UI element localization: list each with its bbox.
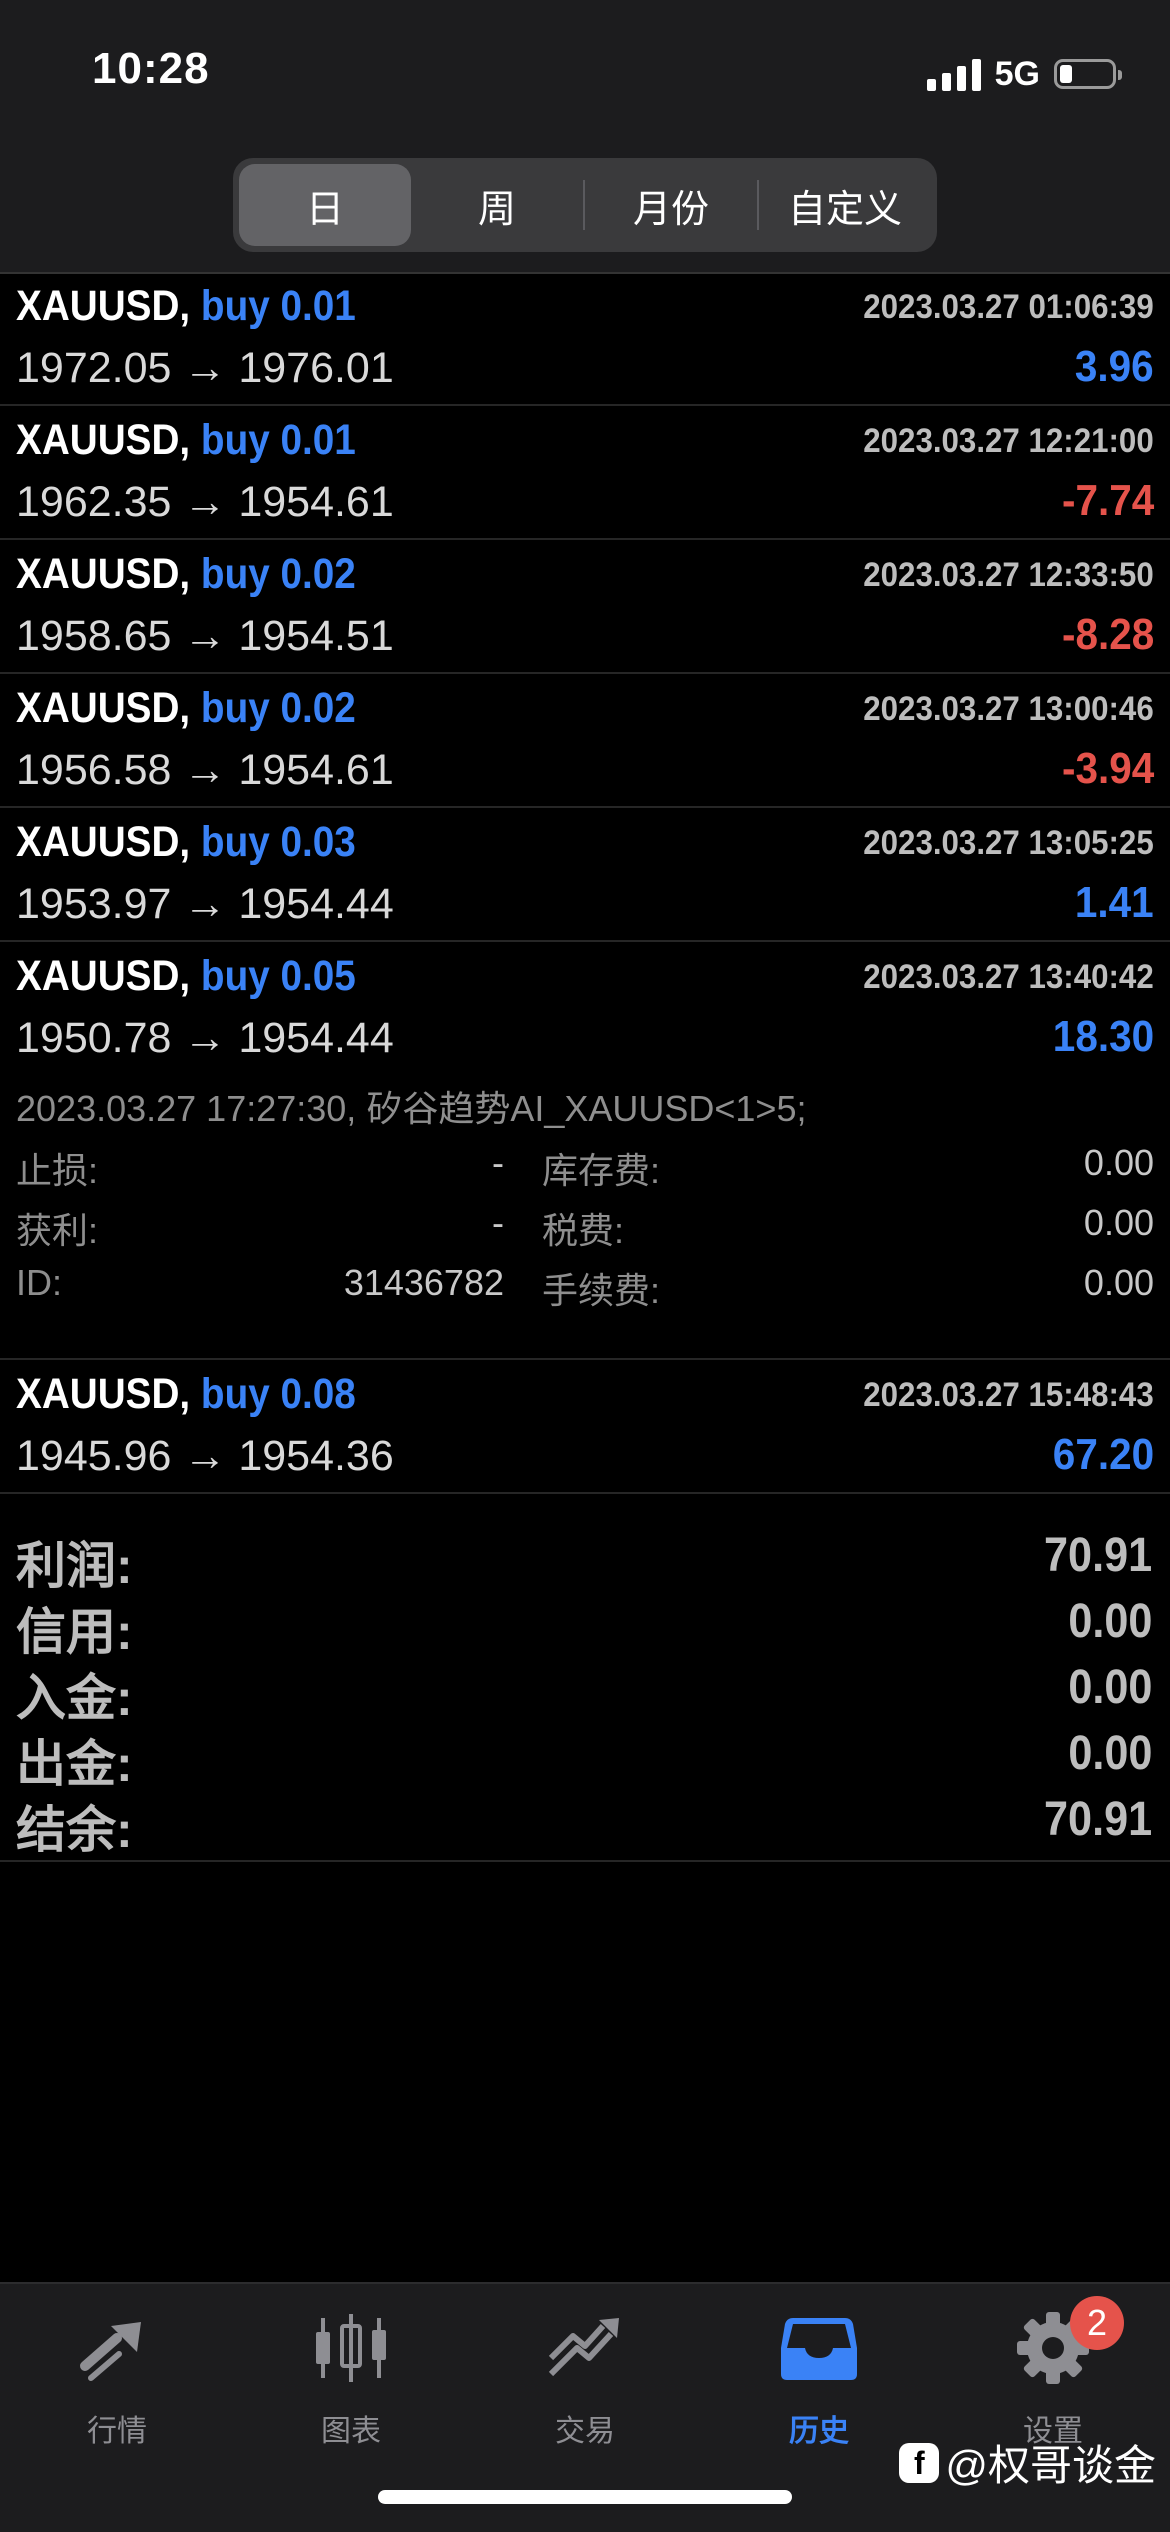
account-summary: 利润: 70.91 信用: 0.00 入金: 0.00 出金: 0.00 结余:… — [0, 1506, 1170, 1862]
deal-profit: -7.74 — [1061, 476, 1154, 525]
deal-history-list: XAUUSD, buy 0.01 2023.03.27 01:06:39 197… — [0, 272, 1170, 1494]
deal-id-value: 31436782 — [343, 1262, 504, 1303]
deal-profit: 1.41 — [1075, 878, 1154, 927]
tab-chart[interactable]: 图表 — [234, 2300, 468, 2470]
deal-prices: 1956.58 → 1954.61 — [16, 746, 394, 794]
summary-value: 70.91 — [1043, 1793, 1152, 1846]
summary-value: 0.00 — [1067, 1727, 1152, 1780]
status-indicators: 5G — [926, 52, 1122, 96]
battery-icon — [1054, 59, 1122, 89]
trade-icon — [548, 2318, 619, 2377]
summary-value: 70.91 — [1043, 1529, 1152, 1582]
deal-prices: 1972.05 → 1976.01 — [16, 344, 394, 392]
period-tab-custom[interactable]: 自定义 — [759, 164, 931, 246]
history-inbox-icon — [781, 2318, 857, 2380]
deal-symbol: XAUUSD, buy 0.01 — [16, 282, 356, 330]
swap-label: 库存费: — [542, 1150, 661, 1191]
stop-loss-label: 止损: — [16, 1150, 99, 1191]
summary-profit: 利润: 70.91 — [0, 1520, 1170, 1594]
deal-comment: 2023.03.27 17:27:30, 矽谷趋势AI_XAUUSD<1>5; — [16, 1088, 807, 1129]
deal-symbol: XAUUSD, buy 0.03 — [16, 818, 356, 866]
deal-row[interactable]: XAUUSD, buy 0.01 2023.03.27 12:21:00 196… — [0, 406, 1170, 540]
deal-time: 2023.03.27 12:33:50 — [863, 556, 1154, 594]
deal-side-volume: buy 0.02 — [200, 550, 356, 598]
quotes-icon — [80, 2322, 141, 2381]
deal-prices: 1958.65 → 1954.51 — [16, 612, 394, 660]
detail-row-take-profit: 获利: - 税费: 0.00 — [16, 1202, 1154, 1252]
deal-side-volume: buy 0.01 — [200, 282, 356, 330]
tax-value: 0.00 — [1083, 1202, 1154, 1243]
detail-row-id: ID: 31436782 手续费: 0.00 — [16, 1262, 1154, 1312]
deal-prices: 1945.96 → 1954.36 — [16, 1432, 394, 1480]
deal-prices: 1950.78 → 1954.44 — [16, 1014, 394, 1062]
deal-time: 2023.03.27 13:40:42 — [863, 958, 1154, 996]
notification-badge: 2 — [1070, 2296, 1124, 2350]
commission-label: 手续费: — [542, 1270, 661, 1311]
network-type: 5G — [994, 54, 1040, 93]
deal-side-volume: buy 0.02 — [200, 684, 356, 732]
deal-prices: 1953.97 → 1954.44 — [16, 880, 394, 928]
tab-label: 行情 — [87, 2415, 147, 2448]
deal-row[interactable]: XAUUSD, buy 0.02 2023.03.27 13:00:46 195… — [0, 674, 1170, 808]
summary-deposit: 入金: 0.00 — [0, 1652, 1170, 1726]
chart-candles-icon — [316, 2314, 386, 2382]
stop-loss-value: - — [492, 1142, 504, 1183]
tab-label: 图表 — [321, 2415, 381, 2448]
detail-row-stop-loss: 止损: - 库存费: 0.00 — [16, 1142, 1154, 1192]
summary-withdrawal: 出金: 0.00 — [0, 1718, 1170, 1792]
summary-value: 0.00 — [1067, 1661, 1152, 1714]
deal-side-volume: buy 0.05 — [200, 952, 356, 1000]
deal-row-expanded[interactable]: XAUUSD, buy 0.05 2023.03.27 13:40:42 195… — [0, 942, 1170, 1076]
deal-time: 2023.03.27 13:00:46 — [863, 690, 1154, 728]
deal-symbol: XAUUSD, buy 0.01 — [16, 416, 356, 464]
commission-value: 0.00 — [1083, 1262, 1154, 1303]
deal-symbol: XAUUSD, buy 0.02 — [16, 684, 356, 732]
deal-details-panel: 2023.03.27 17:27:30, 矽谷趋势AI_XAUUSD<1>5; … — [0, 1076, 1170, 1360]
deal-row[interactable]: XAUUSD, buy 0.02 2023.03.27 12:33:50 195… — [0, 540, 1170, 674]
deal-symbol: XAUUSD, buy 0.08 — [16, 1370, 356, 1418]
take-profit-value: - — [492, 1202, 504, 1243]
deal-id-label: ID: — [16, 1262, 63, 1303]
deal-prices: 1962.35 → 1954.61 — [16, 478, 394, 526]
period-segmented-control: 日 周 月份 自定义 — [233, 158, 937, 252]
watermark-text: @权哥谈金 — [945, 2442, 1156, 2489]
deal-profit: 18.30 — [1052, 1012, 1154, 1061]
summary-label: 结余: — [16, 1802, 133, 1858]
deal-side-volume: buy 0.03 — [200, 818, 356, 866]
summary-value: 0.00 — [1067, 1595, 1152, 1648]
watermark: f @权哥谈金 — [899, 2432, 1156, 2493]
deal-time: 2023.03.27 12:21:00 — [863, 422, 1154, 460]
deal-profit: -3.94 — [1061, 744, 1154, 793]
deal-symbol: XAUUSD, buy 0.02 — [16, 550, 356, 598]
period-tab-month[interactable]: 月份 — [585, 164, 757, 246]
tax-label: 税费: — [542, 1210, 625, 1251]
watermark-logo-icon: f — [899, 2442, 940, 2483]
deal-time: 2023.03.27 01:06:39 — [863, 288, 1154, 326]
status-time: 10:28 — [92, 44, 210, 93]
swap-value: 0.00 — [1083, 1142, 1154, 1183]
deal-profit: 67.20 — [1052, 1430, 1154, 1479]
deal-row[interactable]: XAUUSD, buy 0.08 2023.03.27 15:48:43 194… — [0, 1360, 1170, 1494]
deal-side-volume: buy 0.01 — [200, 416, 356, 464]
tab-quotes[interactable]: 行情 — [0, 2300, 234, 2470]
home-indicator[interactable] — [378, 2490, 792, 2504]
tab-trade[interactable]: 交易 — [468, 2300, 702, 2470]
cellular-signal-icon — [926, 57, 981, 91]
deal-symbol: XAUUSD, buy 0.05 — [16, 952, 356, 1000]
tab-label: 交易 — [555, 2415, 615, 2448]
deal-time: 2023.03.27 13:05:25 — [863, 824, 1154, 862]
summary-balance: 结余: 70.91 — [0, 1784, 1170, 1858]
deal-row[interactable]: XAUUSD, buy 0.01 2023.03.27 01:06:39 197… — [0, 272, 1170, 406]
take-profit-label: 获利: — [16, 1210, 99, 1251]
period-tab-week[interactable]: 周 — [411, 164, 583, 246]
deal-time: 2023.03.27 15:48:43 — [863, 1376, 1154, 1414]
period-tab-day[interactable]: 日 — [239, 164, 411, 246]
summary-credit: 信用: 0.00 — [0, 1586, 1170, 1660]
status-bar: 10:28 5G — [0, 0, 1170, 140]
period-filter-bar: 日 周 月份 自定义 — [0, 140, 1170, 274]
deal-side-volume: buy 0.08 — [200, 1370, 356, 1418]
deal-profit: 3.96 — [1075, 342, 1154, 391]
deal-profit: -8.28 — [1061, 610, 1154, 659]
deal-row[interactable]: XAUUSD, buy 0.03 2023.03.27 13:05:25 195… — [0, 808, 1170, 942]
